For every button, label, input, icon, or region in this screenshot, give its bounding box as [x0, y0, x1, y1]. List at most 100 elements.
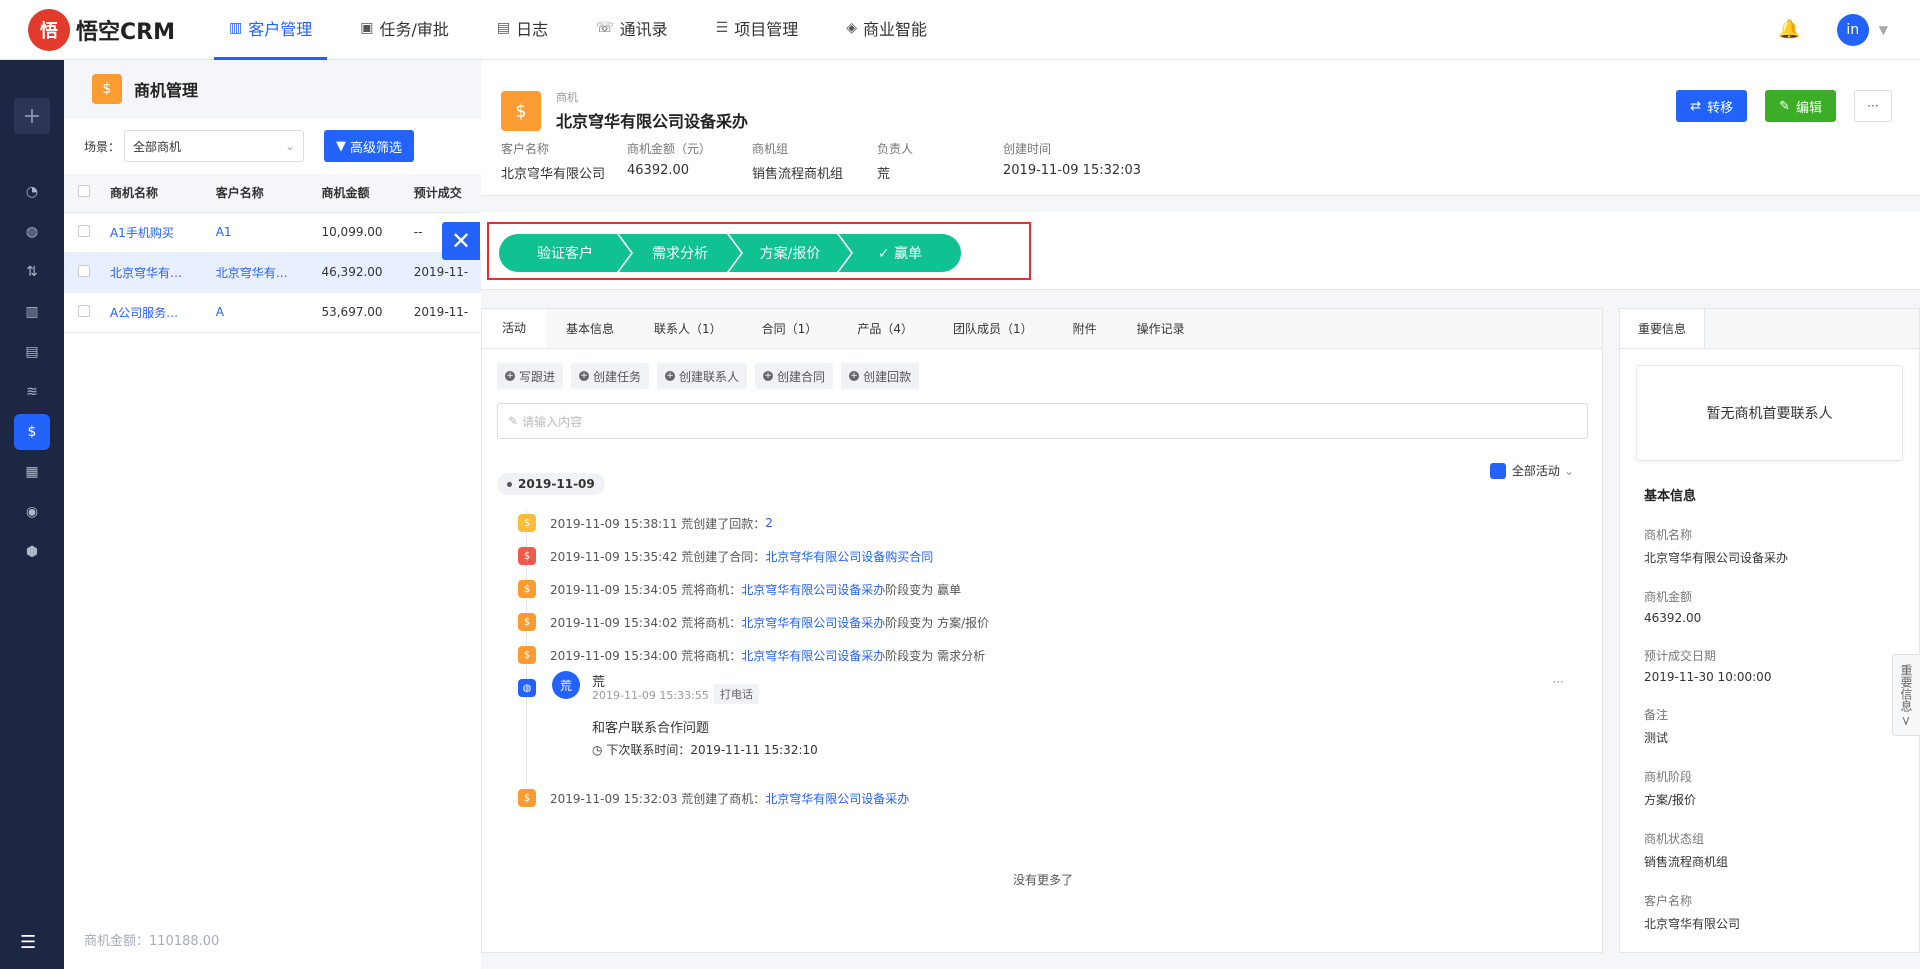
activity-panel: 活动 基本信息 联系人（1） 合同（1） 产品（4） 团队成员（1） 附件 操作记录 + 写跟进… [481, 308, 1603, 953]
event-link[interactable]: 北京穹华有限公司设备购买合同 [765, 548, 933, 565]
stage-step[interactable]: 方案/报价 [729, 234, 851, 272]
event-type-icon: $ [518, 547, 536, 565]
note-more-button[interactable]: ··· [1553, 675, 1564, 689]
select-all-checkbox[interactable] [78, 185, 90, 198]
dashboard-icon[interactable]: ◔ [14, 174, 50, 210]
row-checkbox[interactable] [78, 304, 90, 317]
layers-icon[interactable]: ≋ [14, 374, 50, 410]
filter-icon: ▼ [336, 138, 347, 154]
main-nav: ▥ 客户管理 ▣ 任务/审批 ▤ 日志 ☏ 通讯录 ☰ 项目管理 ◈ 商业智能 [214, 0, 960, 60]
activity-event: $2019-11-09 15:34:02 荒将商机： 北京穹华有限公司设备采办 阶… [518, 613, 989, 631]
tab-3[interactable]: 合同（1） [742, 309, 838, 348]
event-link[interactable]: 北京穹华有限公司设备采办 [741, 581, 885, 598]
column-header[interactable]: 商机名称 [95, 174, 202, 213]
table-row[interactable]: 北京穹华有… 北京穹华有… 46,392.00 2019-11- [64, 252, 484, 293]
quick-create-button[interactable]: + [14, 98, 50, 134]
user-avatar[interactable]: in [1836, 13, 1869, 46]
nav-item-4[interactable]: ☰ 项目管理 [701, 0, 814, 60]
table-row[interactable]: A1手机购买 A1 10,099.00 -- [64, 212, 484, 253]
nav-item-0[interactable]: ▥ 客户管理 [214, 0, 328, 60]
note-type-tag: 打电话 [714, 684, 759, 704]
close-drawer-button[interactable]: ✕ [442, 222, 480, 260]
event-link[interactable]: 北京穹华有限公司设备采办 [741, 647, 885, 664]
opportunity-name-link[interactable]: 北京穹华有… [95, 252, 202, 293]
primary-contact-card: 暂无商机首要联系人 [1636, 365, 1903, 461]
detail-tabs: 活动 基本信息 联系人（1） 合同（1） 产品（4） 团队成员（1） 附件 操作记录 [482, 309, 1602, 349]
quick-action-button[interactable]: + 创建回款 [841, 363, 920, 389]
app-logo[interactable]: 悟 悟空CRM [28, 8, 184, 51]
row-checkbox[interactable] [78, 264, 90, 277]
event-link[interactable]: 北京穹华有限公司设备采办 [765, 790, 909, 807]
building-icon: ▥ [229, 20, 243, 36]
advanced-filter-button[interactable]: ▼ 高级筛选 [324, 130, 415, 162]
plus-icon: + [579, 371, 590, 381]
stage-step[interactable]: ✓ 赢单 [839, 234, 961, 272]
grid-icon [1489, 462, 1506, 479]
table-row[interactable]: A公司服务… A 53,697.00 2019-11- [64, 292, 484, 333]
chevron-down-icon[interactable]: ▼ [1879, 23, 1888, 37]
clock-icon: ◷ [592, 743, 603, 757]
building-icon[interactable]: ▥ [14, 294, 50, 330]
event-link[interactable]: 北京穹华有限公司设备采办 [741, 614, 885, 631]
monkey-logo-icon: 悟 [28, 8, 70, 51]
row-checkbox[interactable] [78, 224, 90, 237]
nav-item-5[interactable]: ◈ 商业智能 [831, 0, 942, 60]
contact-card-icon[interactable]: ▤ [14, 334, 50, 370]
customer-name-link[interactable]: A1 [201, 212, 308, 253]
scene-label: 场景： [84, 139, 121, 154]
tab-2[interactable]: 联系人（1） [634, 309, 742, 348]
money-bag-icon[interactable]: ◉ [14, 494, 50, 530]
activity-input[interactable]: ✎ 请输入内容 [497, 403, 1588, 439]
opportunity-name-link[interactable]: A1手机购买 [95, 212, 202, 253]
activity-event: $2019-11-09 15:34:05 荒将商机： 北京穹华有限公司设备采办 阶… [518, 580, 961, 598]
transfer-icon[interactable]: ⇅ [14, 254, 50, 290]
tab-0[interactable]: 活动 [482, 309, 547, 348]
stage-step[interactable]: 需求分析 [619, 234, 741, 272]
tab-5[interactable]: 团队成员（1） [933, 309, 1053, 348]
quick-action-button[interactable]: + 创建联系人 [657, 363, 748, 389]
bell-icon[interactable]: 🔔 [1778, 19, 1800, 40]
page-title: 商机管理 [134, 80, 199, 100]
stage-step[interactable]: 验证客户 [499, 234, 631, 272]
tab-6[interactable]: 附件 [1053, 309, 1117, 348]
edit-icon: ✎ [1779, 98, 1790, 114]
tab-important-info[interactable]: 重要信息 [1620, 309, 1706, 348]
plus-icon: + [763, 371, 774, 381]
total-amount: 商机金额：110188.00 [84, 934, 220, 949]
expected-date-cell: 2019-11- [399, 292, 484, 333]
column-header[interactable]: 客户名称 [201, 174, 308, 213]
quick-action-button[interactable]: + 创建合同 [755, 363, 834, 389]
business-opportunity-icon[interactable]: $ [14, 414, 50, 450]
chat-icon[interactable]: ◍ [14, 214, 50, 250]
activity-filter-dropdown[interactable]: 全部活动 ⌄ [1489, 462, 1574, 479]
tab-7[interactable]: 操作记录 [1117, 309, 1205, 348]
scene-select[interactable]: 全部商机 ⌄ [124, 130, 305, 162]
transfer-button[interactable]: ⇄ 转移 [1676, 90, 1748, 122]
column-header[interactable]: 预计成交 [399, 174, 484, 213]
stage-progress: 验证客户 需求分析 方案/报价 ✓ 赢单 [499, 234, 961, 272]
more-button[interactable]: ··· [1854, 90, 1892, 122]
product-box-icon[interactable]: ⬢ [14, 534, 50, 570]
notebook-icon: ▤ [496, 20, 511, 36]
event-link[interactable]: 2 [765, 516, 773, 530]
quick-action-button[interactable]: + 创建任务 [571, 363, 650, 389]
edit-button[interactable]: ✎ 编辑 [1765, 90, 1836, 122]
quick-action-button[interactable]: + 写跟进 [497, 363, 564, 389]
customer-name-link[interactable]: 北京穹华有… [201, 252, 308, 293]
contract-icon[interactable]: ▦ [14, 454, 50, 490]
column-header[interactable]: 商机金额 [307, 174, 400, 213]
nav-item-3[interactable]: ☏ 通讯录 [581, 0, 683, 60]
side-panel-toggle[interactable]: 重要信息 > [1892, 654, 1920, 736]
opportunity-icon: $ [518, 789, 536, 807]
event-type-icon: $ [518, 580, 536, 598]
opportunity-name-link[interactable]: A公司服务… [95, 292, 202, 333]
info-field: 客户名称 北京穹华有限公司 [1644, 894, 1741, 931]
info-field: 预计成交日期 2019-11-30 10:00:00 [1644, 649, 1772, 684]
header-field: 商机组 销售流程商机组 [752, 142, 844, 182]
customer-name-link[interactable]: A [201, 292, 308, 333]
collapse-menu-icon[interactable]: ☰ [20, 932, 36, 953]
tab-4[interactable]: 产品（4） [837, 309, 933, 348]
nav-item-2[interactable]: ▤ 日志 [482, 0, 563, 60]
nav-item-1[interactable]: ▣ 任务/审批 [345, 0, 464, 60]
tab-1[interactable]: 基本信息 [546, 309, 634, 348]
